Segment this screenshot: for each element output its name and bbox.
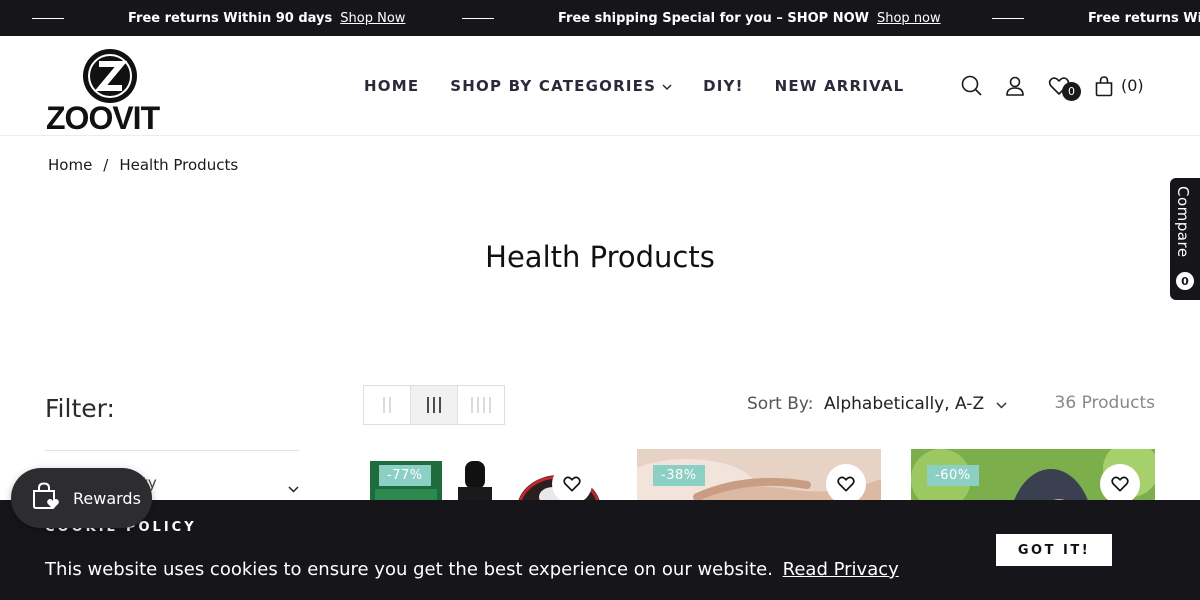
grid-layout-switcher [363,385,505,425]
shop-now-link[interactable]: Shop now [877,11,941,26]
bag-icon[interactable] [1092,74,1116,98]
rewards-label: Rewards [73,488,141,508]
page-title: Health Products [485,240,715,274]
main-nav: HOME SHOP BY CATEGORIES DIY! NEW ARRIVAL [364,36,935,136]
announcement-text: Free returns Within 90 days [128,10,333,26]
announcement-text: Free shipping Special for you – SHOP NOW [558,10,869,26]
rewards-button[interactable]: Rewards [11,468,152,528]
grid-4-columns-button[interactable] [458,386,504,424]
divider-line [32,17,64,19]
svg-text:ZOOVIT: ZOOVIT [46,100,161,130]
gift-bag-icon [31,482,61,514]
announcement-item: Free returns Within 90 days [992,0,1200,36]
filter-title: Filter: [45,394,115,423]
discount-badge: -38% [653,465,705,486]
add-to-wishlist-button[interactable] [826,464,866,504]
shop-now-link[interactable]: Shop Now [340,11,405,26]
breadcrumb-home[interactable]: Home [48,156,92,174]
nav-new-arrival[interactable]: NEW ARRIVAL [775,77,905,95]
compare-tab[interactable]: Compare 0 [1170,178,1200,300]
announcement-item: Free returns Within 90 days Shop Now [32,0,405,36]
product-count: 36 Products [1054,393,1155,413]
zoovit-logo[interactable]: ZOOVIT [46,42,186,136]
add-to-wishlist-button[interactable] [1100,464,1140,504]
nav-home[interactable]: HOME [364,77,419,95]
announcement-bar: Free returns Within 90 days Shop Now Fre… [0,0,1200,36]
breadcrumb-current: Health Products [119,156,239,174]
nav-label: NEW ARRIVAL [774,77,905,95]
nav-label: SHOP BY CATEGORIES [450,77,657,95]
nav-diy[interactable]: DIY! [703,77,744,95]
discount-badge: -60% [927,465,979,486]
user-icon[interactable] [1003,74,1027,98]
sort-select[interactable]: Alphabetically, A-Z [824,394,1007,414]
site-header: ZOOVIT HOME SHOP BY CATEGORIES DIY! NEW … [0,36,1200,136]
cart-count[interactable]: (0) [1121,74,1144,98]
cookie-message: This website uses cookies to ensure you … [45,559,899,580]
nav-shop-by-categories[interactable]: SHOP BY CATEGORIES [450,77,672,95]
cookie-text: This website uses cookies to ensure you … [45,559,773,580]
grid-3-columns-button[interactable] [411,386,458,424]
search-icon[interactable] [960,74,984,98]
announcement-text: Free returns Within 90 days [1088,10,1200,26]
add-to-wishlist-button[interactable] [552,464,592,504]
discount-badge: -77% [379,465,431,486]
divider-line [462,17,494,19]
chevron-down-icon [662,77,672,95]
breadcrumb: Home / Health Products [48,156,238,174]
chevron-down-icon [996,394,1007,414]
chevron-down-icon [288,478,299,497]
sort-label: Sort By: [747,394,814,414]
sort-value: Alphabetically, A-Z [824,394,985,414]
got-it-button[interactable]: GOT IT! [996,534,1112,566]
grid-2-columns-button[interactable] [364,386,411,424]
read-privacy-link[interactable]: Read Privacy [783,559,899,580]
breadcrumb-separator: / [103,156,109,174]
compare-count-badge: 0 [1176,272,1194,290]
divider-line [992,17,1024,19]
announcement-item: Free shipping Special for you – SHOP NOW… [462,0,941,36]
filter-divider [45,450,299,451]
nav-label: DIY! [703,77,744,95]
wishlist-count-badge: 0 [1062,82,1081,101]
cookie-banner: COOKIE POLICY This website uses cookies … [0,500,1200,600]
nav-label: HOME [364,77,420,95]
